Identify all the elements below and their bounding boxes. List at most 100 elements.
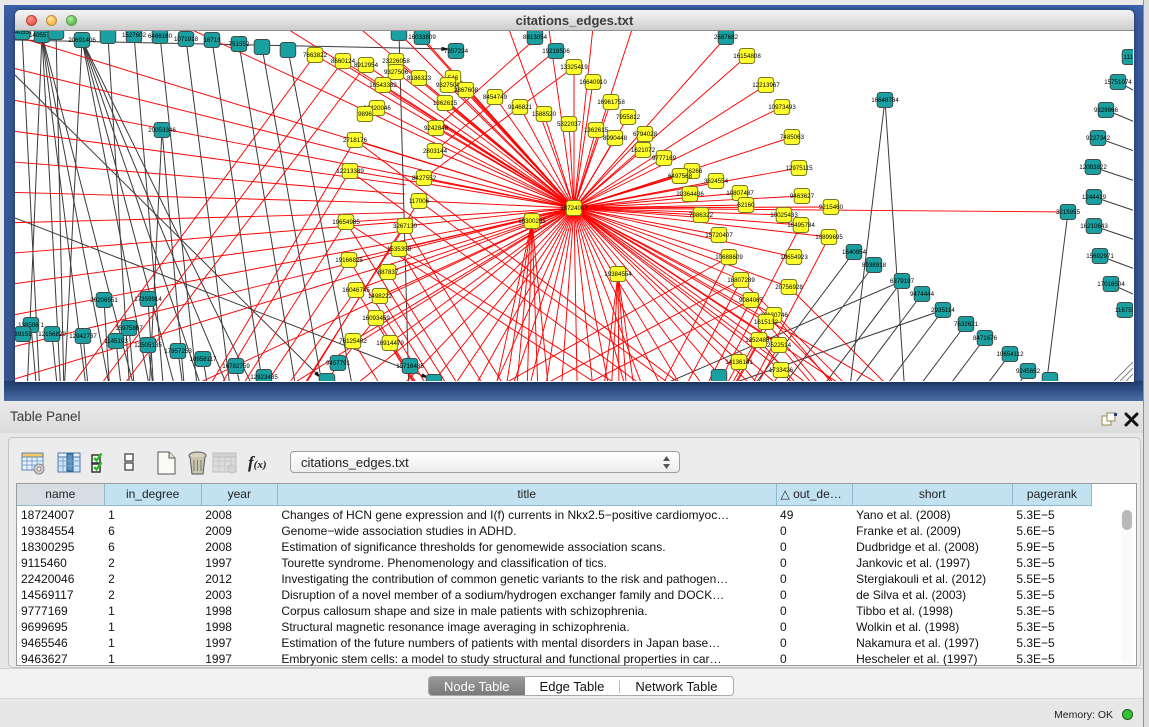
- svg-text:16914479: 16914479: [376, 340, 404, 347]
- svg-text:9329966: 9329966: [1094, 107, 1119, 114]
- svg-text:7632621: 7632621: [954, 321, 979, 328]
- svg-text:887837: 887837: [378, 269, 399, 276]
- svg-text:1535358: 1535358: [387, 246, 412, 253]
- svg-text:12213967: 12213967: [752, 82, 780, 89]
- svg-text:8813054: 8813054: [523, 34, 548, 41]
- svg-text:16782759: 16782759: [222, 363, 250, 370]
- svg-text:3215955: 3215955: [1056, 209, 1081, 216]
- svg-text:1071918: 1071918: [174, 36, 199, 43]
- svg-text:10899695: 10899695: [815, 234, 843, 241]
- svg-text:10807487: 10807487: [726, 190, 754, 197]
- svg-text:8938918: 8938918: [862, 262, 887, 269]
- svg-text:9777169: 9777169: [652, 155, 677, 162]
- svg-text:1621072: 1621072: [631, 147, 656, 154]
- svg-text:19654985: 19654985: [332, 219, 360, 226]
- svg-text:8912954: 8912954: [354, 62, 379, 69]
- svg-text:8454749: 8454749: [483, 94, 508, 101]
- svg-text:20756928: 20756928: [775, 284, 803, 291]
- svg-text:8990448: 8990448: [603, 135, 628, 142]
- svg-text:16648784: 16648784: [871, 97, 899, 104]
- svg-text:3267130: 3267130: [393, 223, 418, 230]
- svg-text:10688609: 10688609: [715, 254, 743, 261]
- svg-text:9242848: 9242848: [424, 125, 449, 132]
- svg-text:9463627: 9463627: [790, 193, 815, 200]
- svg-text:9215460: 9215460: [819, 204, 844, 211]
- svg-text:1615132: 1615132: [754, 319, 779, 326]
- svg-text:1640954: 1640954: [842, 249, 867, 256]
- svg-text:19218506: 19218506: [542, 48, 570, 55]
- svg-text:7485063: 7485063: [780, 134, 805, 141]
- svg-text:15692971: 15692971: [1086, 253, 1114, 260]
- svg-text:17016504: 17016504: [1097, 281, 1125, 288]
- svg-text:6379197: 6379197: [890, 278, 915, 285]
- svg-text:14136141: 14136141: [725, 359, 753, 366]
- svg-text:20691406: 20691406: [68, 37, 96, 44]
- svg-text:2867608: 2867608: [454, 87, 479, 94]
- svg-text:20206551: 20206551: [90, 297, 118, 304]
- svg-text:1362615: 1362615: [433, 100, 458, 107]
- svg-text:7357224: 7357224: [444, 48, 469, 55]
- svg-text:18724007: 18724007: [560, 205, 588, 212]
- svg-text:15716485: 15716485: [396, 363, 424, 370]
- svg-text:2687682: 2687682: [714, 34, 739, 41]
- svg-text:39151: 39151: [15, 331, 32, 338]
- svg-text:16961758: 16961758: [597, 99, 625, 106]
- svg-text:2718176: 2718176: [343, 137, 368, 144]
- svg-text:10654112: 10654112: [996, 351, 1024, 358]
- svg-text:62160: 62160: [737, 202, 755, 209]
- svg-text:12093822: 12093822: [1079, 164, 1107, 171]
- svg-text:1145193: 1145193: [104, 338, 128, 345]
- svg-text:12213389: 12213389: [336, 168, 364, 175]
- svg-text:20364436: 20364436: [676, 191, 704, 198]
- svg-text:15720407: 15720407: [705, 232, 733, 239]
- svg-text:6497568: 6497568: [668, 173, 693, 180]
- svg-text:16210643: 16210643: [1080, 223, 1108, 230]
- svg-text:7663822: 7663822: [303, 52, 328, 59]
- svg-text:16495784: 16495784: [787, 222, 815, 229]
- svg-text:1498222: 1498222: [368, 293, 393, 300]
- svg-text:16046745: 16046745: [342, 287, 370, 294]
- svg-text:3624554: 3624554: [704, 178, 729, 185]
- svg-text:12156829: 12156829: [38, 331, 66, 338]
- svg-text:10958117: 10958117: [189, 356, 217, 363]
- svg-text:15751074: 15751074: [1104, 79, 1132, 86]
- svg-text:10973493: 10973493: [768, 104, 796, 111]
- svg-text:8660124: 8660124: [331, 58, 356, 65]
- svg-text:9327506: 9327506: [384, 69, 409, 76]
- svg-text:19384554: 19384554: [604, 271, 632, 278]
- svg-text:751552: 751552: [229, 41, 250, 48]
- svg-text:9474444: 9474444: [910, 291, 935, 298]
- svg-text:7986322: 7986322: [689, 212, 714, 219]
- svg-text:8186323: 8186323: [407, 75, 432, 82]
- svg-text:6794028: 6794028: [633, 131, 658, 138]
- svg-text:15975887: 15975887: [115, 325, 143, 332]
- svg-text:19654923: 19654923: [780, 254, 808, 261]
- svg-text:12942737: 12942737: [69, 333, 97, 340]
- svg-text:1244419: 1244419: [1082, 194, 1107, 201]
- svg-text:13325419: 13325419: [560, 64, 588, 71]
- svg-text:8471676: 8471676: [973, 335, 998, 342]
- svg-text:1112: 1112: [1124, 54, 1133, 61]
- svg-text:116753: 116753: [1115, 307, 1133, 314]
- svg-text:18300295: 18300295: [518, 218, 546, 225]
- svg-text:9084067: 9084067: [739, 297, 764, 304]
- svg-text:9245652: 9245652: [1016, 368, 1041, 375]
- svg-text:17957253: 17957253: [164, 348, 192, 355]
- svg-text:9227342: 9227342: [1086, 135, 1111, 142]
- svg-text:16033809: 16033809: [408, 34, 436, 41]
- svg-text:16093459: 16093459: [362, 315, 390, 322]
- svg-text:20053346: 20053346: [148, 127, 176, 134]
- svg-text:2935114: 2935114: [931, 307, 955, 314]
- svg-text:12975115: 12975115: [785, 165, 813, 172]
- svg-text:8427552: 8427552: [412, 175, 437, 182]
- svg-text:9457791: 9457791: [326, 360, 351, 367]
- svg-text:5322037: 5322037: [557, 121, 582, 128]
- svg-text:9896: 9896: [358, 111, 372, 118]
- svg-text:12923485: 12923485: [250, 374, 278, 381]
- svg-text:9146821: 9146821: [508, 104, 533, 111]
- svg-text:1733426: 1733426: [769, 367, 794, 374]
- svg-text:16154808: 16154808: [733, 53, 761, 60]
- svg-text:1527602: 1527602: [122, 32, 147, 39]
- svg-text:2803144: 2803144: [423, 148, 448, 155]
- svg-text:76125402: 76125402: [339, 338, 367, 345]
